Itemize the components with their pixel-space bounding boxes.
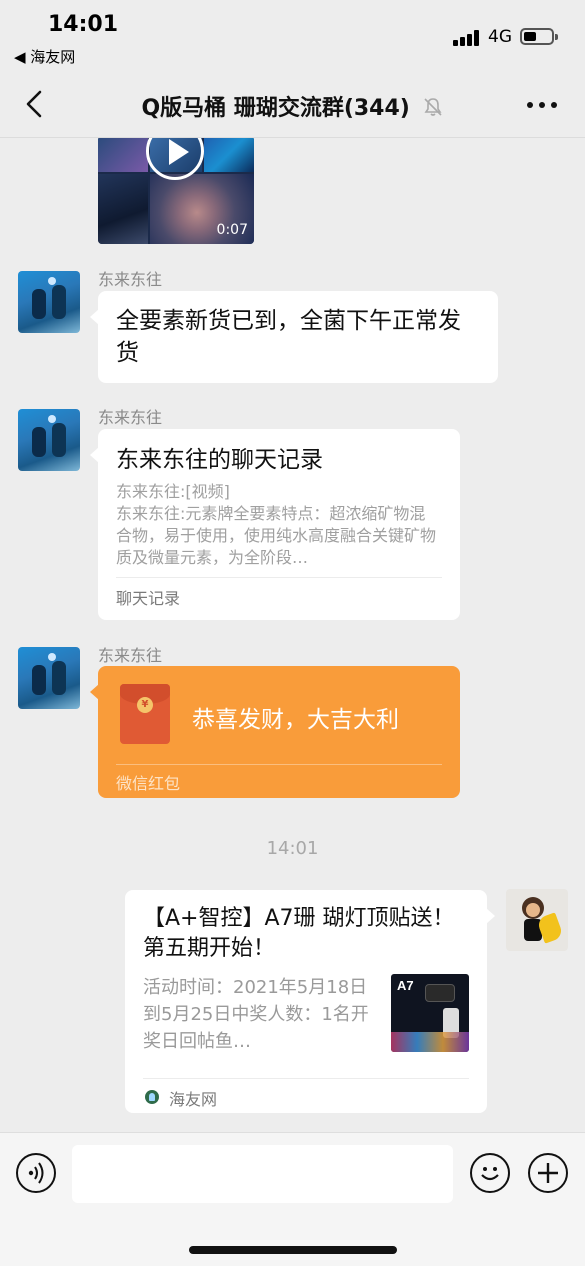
avatar[interactable] [18, 271, 80, 333]
voice-wave-icon [28, 1162, 44, 1184]
red-packet-message[interactable]: ¥ 恭喜发财，大吉大利 微信红包 [90, 666, 460, 798]
plus-icon [538, 1163, 558, 1183]
red-packet-title: 恭喜发财，大吉大利 [192, 707, 399, 733]
avatar[interactable] [18, 647, 80, 709]
message-list[interactable]: 0:07 东来东往 全要素新货已到，全菌下午正常发货 东来东往 东来东往的聊天记… [0, 138, 585, 1132]
my-avatar[interactable] [506, 889, 568, 951]
back-to-app-link[interactable]: ◀ 海友网 [14, 46, 75, 67]
network-type: 4G [488, 27, 512, 47]
mute-bell-icon [423, 98, 442, 116]
video-duration: 0:07 [216, 222, 248, 238]
card-line: 东来东往:[视频] [116, 482, 230, 501]
status-bar: 14:01 ◀ 海友网 4G [0, 0, 585, 70]
red-packet-divider [116, 764, 442, 765]
signal-icon [453, 30, 481, 46]
avatar[interactable] [18, 409, 80, 471]
card-footer: 聊天记录 [116, 589, 181, 608]
card-line: 东来东往:元素牌全要素特点：超浓缩矿物混合物，易于使用，使用纯水高度融合关键矿物… [116, 504, 437, 567]
link-card-message[interactable]: 【A+智控】A7珊 瑚灯顶贴送！第五期开始！ 活动时间：2021年5月18日到5… [125, 890, 495, 1113]
card-divider [116, 577, 442, 578]
chat-title: Q版马桶 珊瑚交流群(344) [141, 96, 410, 121]
link-description: 活动时间：2021年5月18日到5月25日中奖人数：1名开奖日回帖鱼… [143, 977, 369, 1052]
video-message[interactable]: 0:07 [98, 138, 254, 244]
emoji-button[interactable] [470, 1153, 510, 1193]
text-message[interactable]: 全要素新货已到，全菌下午正常发货 [90, 291, 498, 383]
battery-icon [520, 28, 558, 45]
more-functions-button[interactable] [528, 1153, 568, 1193]
more-dots-icon [527, 102, 557, 108]
message-text: 全要素新货已到，全菌下午正常发货 [116, 308, 461, 366]
chat-title-wrap: Q版马桶 珊瑚交流群(344) [0, 90, 585, 122]
chat-timestamp: 14:01 [266, 838, 319, 859]
link-divider [143, 1078, 469, 1079]
smiley-icon [481, 1167, 499, 1181]
chat-header: Q版马桶 珊瑚交流群(344) [0, 70, 585, 138]
status-time: 14:01 [48, 12, 119, 37]
link-title: 【A+智控】A7珊 瑚灯顶贴送！第五期开始！ [143, 906, 455, 961]
sender-name: 东来东往 [98, 270, 163, 289]
chat-record-card[interactable]: 东来东往的聊天记录 东来东往:[视频] 东来东往:元素牌全要素特点：超浓缩矿物混… [90, 429, 460, 620]
card-title: 东来东往的聊天记录 [116, 447, 323, 473]
message-input[interactable] [72, 1145, 453, 1203]
source-logo-icon [145, 1090, 159, 1104]
sender-name: 东来东往 [98, 646, 163, 665]
sender-name: 东来东往 [98, 408, 163, 427]
more-options-button[interactable] [522, 90, 562, 120]
link-thumbnail: A7 [391, 974, 469, 1052]
link-source: 海友网 [169, 1090, 218, 1109]
red-envelope-icon: ¥ [120, 684, 170, 744]
thumbnail-text: A7 [397, 978, 414, 993]
voice-input-button[interactable] [16, 1153, 56, 1193]
red-packet-label: 微信红包 [116, 774, 181, 793]
home-indicator[interactable] [189, 1246, 397, 1254]
